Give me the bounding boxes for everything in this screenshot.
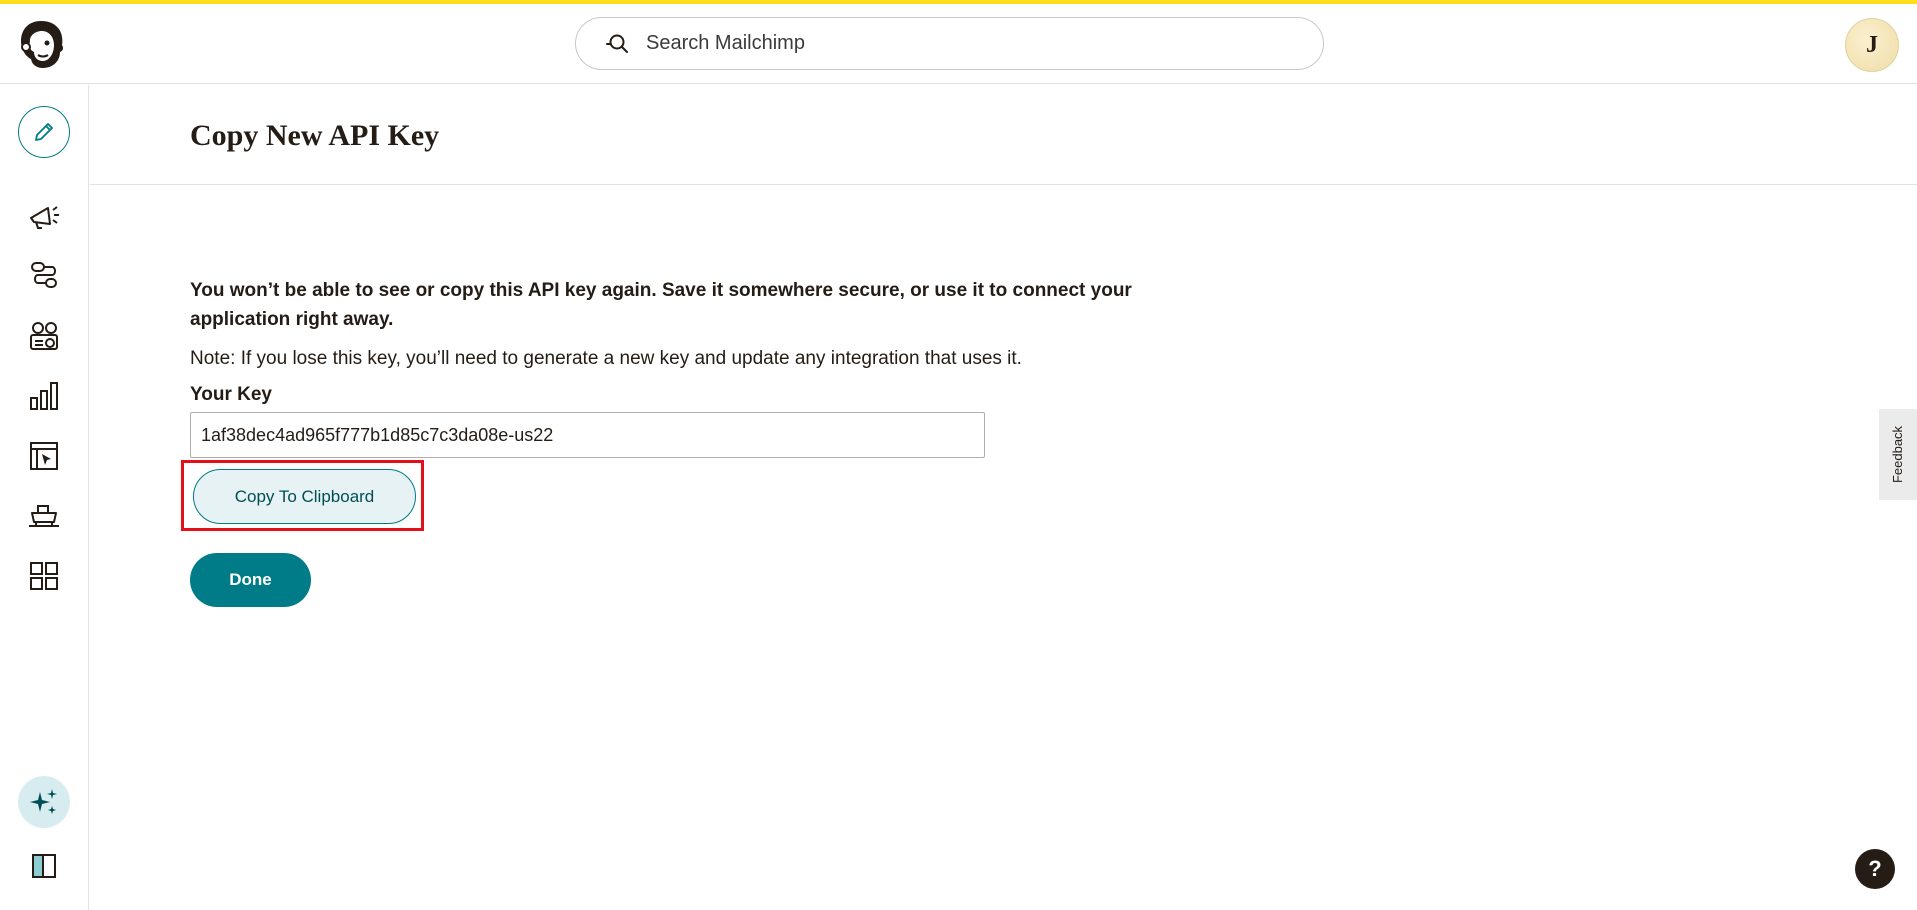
analytics-icon[interactable] <box>26 378 62 414</box>
website-icon[interactable] <box>26 438 62 474</box>
feedback-tab[interactable]: Feedback <box>1879 409 1917 500</box>
api-key-panel: You won’t be able to see or copy this AP… <box>190 276 1150 458</box>
api-key-field[interactable] <box>190 412 985 458</box>
megaphone-icon[interactable] <box>26 198 62 234</box>
highlight-box: Copy To Clipboard <box>181 460 424 531</box>
sparkle-icon <box>30 789 57 814</box>
done-button[interactable]: Done <box>190 553 311 607</box>
search-bar[interactable] <box>575 17 1324 70</box>
ai-assistant-button[interactable] <box>18 776 70 828</box>
sidebar-nav <box>0 85 89 910</box>
mailchimp-logo-icon[interactable] <box>16 17 66 71</box>
pencil-icon <box>35 123 53 141</box>
content-icon[interactable] <box>26 498 62 534</box>
top-bar: J <box>0 4 1917 84</box>
page-header: Copy New API Key <box>90 85 1917 185</box>
page-title: Copy New API Key <box>190 119 440 152</box>
feedback-label: Feedback <box>1890 425 1906 484</box>
audience-icon[interactable] <box>26 318 62 354</box>
user-avatar[interactable]: J <box>1845 18 1899 72</box>
note-text: Note: If you lose this key, you’ll need … <box>190 348 1022 369</box>
collapse-sidebar-icon[interactable] <box>30 852 58 880</box>
automation-icon[interactable] <box>26 258 62 294</box>
search-icon <box>606 34 628 53</box>
help-button[interactable]: ? <box>1855 849 1895 889</box>
create-button[interactable] <box>18 106 70 158</box>
key-label: Your Key <box>190 384 273 405</box>
warning-message: You won’t be able to see or copy this AP… <box>190 280 1132 330</box>
search-input[interactable] <box>646 32 1246 55</box>
integrations-icon[interactable] <box>26 558 62 594</box>
copy-to-clipboard-button[interactable]: Copy To Clipboard <box>193 469 416 524</box>
